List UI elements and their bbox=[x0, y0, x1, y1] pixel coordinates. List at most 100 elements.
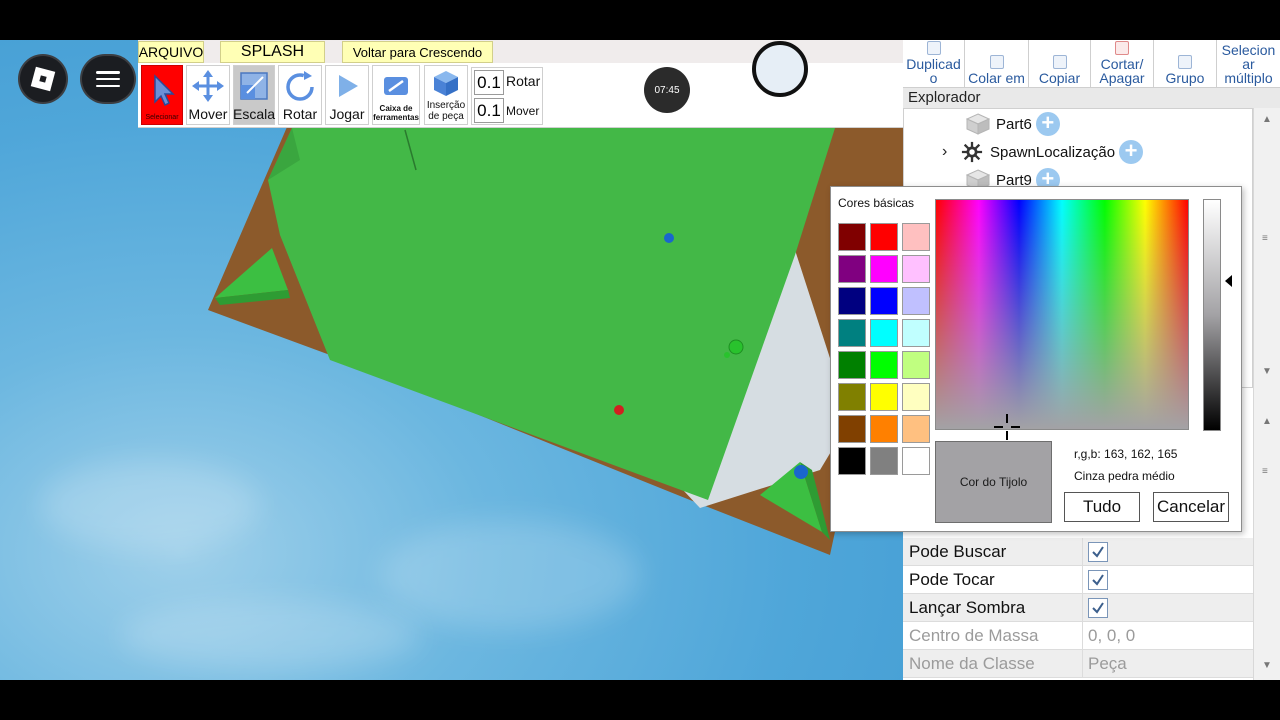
property-checkbox[interactable] bbox=[1088, 598, 1108, 618]
roblox-logo-icon bbox=[30, 66, 56, 92]
scroll-up-icon[interactable]: ▲ bbox=[1262, 416, 1272, 427]
property-row: Centro de Massa 0, 0, 0 bbox=[903, 622, 1253, 650]
tool-selecionar[interactable]: Selecionar bbox=[141, 65, 183, 125]
property-row: Nome da Classe Peça bbox=[903, 650, 1253, 678]
color-swatch[interactable] bbox=[870, 255, 898, 283]
tool-insercao-peca[interactable]: Inserção de peça bbox=[424, 65, 468, 125]
color-name: Cinza pedra médio bbox=[1074, 469, 1175, 483]
color-swatch[interactable] bbox=[902, 255, 930, 283]
color-swatch[interactable] bbox=[838, 287, 866, 315]
explorer-item-spawn[interactable]: › SpawnLocalização + bbox=[942, 140, 1144, 164]
properties-scrollbar[interactable]: ▲ ≡ ▼ bbox=[1253, 388, 1280, 680]
group-label: Grupo bbox=[1165, 70, 1205, 86]
cursor-arrow-icon bbox=[154, 74, 175, 107]
tool-caixa-label: Caixa de ferramentas bbox=[373, 104, 419, 122]
color-preview: Cor do Tijolo bbox=[935, 441, 1052, 523]
color-swatch[interactable] bbox=[838, 223, 866, 251]
property-name: Nome da Classe bbox=[909, 654, 1035, 673]
color-swatch[interactable] bbox=[838, 415, 866, 443]
color-swatch[interactable] bbox=[902, 223, 930, 251]
menu-splash[interactable]: SPLASH bbox=[220, 41, 325, 63]
color-spectrum[interactable] bbox=[935, 199, 1189, 430]
color-swatch[interactable] bbox=[870, 319, 898, 347]
color-swatch[interactable] bbox=[870, 415, 898, 443]
step-settings: 0.1 Rotar 0.1 Mover bbox=[471, 67, 543, 125]
property-checkbox[interactable] bbox=[1088, 570, 1108, 590]
duplicate-icon bbox=[926, 41, 941, 55]
add-child-icon[interactable]: + bbox=[1119, 140, 1144, 164]
property-checkbox[interactable] bbox=[1088, 542, 1108, 562]
scroll-up-icon[interactable]: ▲ bbox=[1262, 114, 1272, 125]
group-button[interactable]: Grupo bbox=[1154, 40, 1217, 88]
menu-arquivo[interactable]: ARQUIVO bbox=[138, 41, 204, 63]
color-swatch[interactable] bbox=[870, 383, 898, 411]
color-picker-dialog: Cores básicas Cor do Tijolo r,g,b: 163, … bbox=[830, 186, 1242, 532]
paste-icon bbox=[989, 55, 1004, 69]
play-icon bbox=[339, 75, 358, 97]
tool-rotar[interactable]: Rotar bbox=[278, 65, 322, 125]
tool-caixa-ferramentas[interactable]: Caixa de ferramentas bbox=[372, 65, 420, 125]
copy-button[interactable]: Copiar bbox=[1029, 40, 1091, 88]
explorer-item-part6[interactable]: Part6 + bbox=[966, 112, 1060, 136]
color-swatch[interactable] bbox=[902, 383, 930, 411]
move-step-input[interactable]: 0.1 bbox=[474, 98, 504, 123]
explorer-scrollbar[interactable]: ▲ ≡ ▼ bbox=[1253, 108, 1280, 388]
menu-voltar[interactable]: Voltar para Crescendo bbox=[342, 41, 493, 63]
baseplate-model[interactable] bbox=[0, 40, 903, 680]
color-swatch[interactable] bbox=[870, 351, 898, 379]
color-swatch[interactable] bbox=[838, 447, 866, 475]
paste-into-button[interactable]: Colar em bbox=[965, 40, 1029, 88]
scroll-grip-icon[interactable]: ≡ bbox=[1262, 466, 1268, 477]
group-icon bbox=[1178, 55, 1192, 69]
hamburger-menu-button[interactable] bbox=[80, 54, 136, 104]
scale-icon bbox=[240, 72, 268, 100]
color-swatch[interactable] bbox=[902, 351, 930, 379]
move-step-label: Mover bbox=[506, 104, 540, 118]
hamburger-icon bbox=[96, 71, 120, 87]
explorer-item-label: Part6 bbox=[996, 115, 1032, 133]
roblox-menu-button[interactable] bbox=[18, 54, 68, 104]
color-swatch[interactable] bbox=[902, 415, 930, 443]
color-swatch[interactable] bbox=[870, 223, 898, 251]
chevron-right-icon[interactable]: › bbox=[942, 143, 960, 161]
part-icon bbox=[966, 113, 990, 135]
screen: ARQUIVO SPLASH Voltar para Crescendo Sel… bbox=[0, 0, 1280, 720]
tool-escala[interactable]: Escala bbox=[233, 65, 275, 125]
multi-select-button[interactable]: Selecion ar múltiplo bbox=[1217, 40, 1280, 88]
scroll-down-icon[interactable]: ▼ bbox=[1262, 366, 1272, 377]
color-swatch[interactable] bbox=[902, 287, 930, 315]
color-swatch[interactable] bbox=[838, 319, 866, 347]
tool-selecionar-label: Selecionar bbox=[145, 114, 179, 121]
luminance-slider[interactable] bbox=[1203, 199, 1221, 431]
rgb-readout: r,g,b: 163, 162, 165 bbox=[1074, 447, 1178, 461]
tool-mover-label: Mover bbox=[188, 106, 228, 122]
multi-select-label: Selecion ar múltiplo bbox=[1221, 42, 1276, 86]
3d-viewport[interactable] bbox=[0, 40, 903, 680]
property-name: Lançar Sombra bbox=[909, 598, 1026, 617]
scroll-grip-icon[interactable]: ≡ bbox=[1262, 233, 1268, 244]
add-child-icon[interactable]: + bbox=[1035, 112, 1060, 136]
cut-delete-button[interactable]: Cortar/ Apagar bbox=[1091, 40, 1154, 88]
property-value: 0, 0, 0 bbox=[1088, 626, 1136, 645]
color-swatch[interactable] bbox=[838, 383, 866, 411]
tool-jogar[interactable]: Jogar bbox=[325, 65, 369, 125]
color-swatch[interactable] bbox=[870, 447, 898, 475]
scroll-down-icon[interactable]: ▼ bbox=[1262, 660, 1272, 671]
toolbox-icon bbox=[384, 77, 408, 95]
color-swatch[interactable] bbox=[838, 351, 866, 379]
tool-mover[interactable]: Mover bbox=[186, 65, 230, 125]
cancel-button[interactable]: Cancelar bbox=[1153, 492, 1229, 522]
part-cube-icon bbox=[434, 71, 458, 96]
luminance-arrow-icon[interactable] bbox=[1225, 275, 1232, 287]
rotate-icon bbox=[286, 71, 314, 101]
overlay-circle-button[interactable] bbox=[752, 41, 808, 97]
color-swatch[interactable] bbox=[838, 255, 866, 283]
color-swatch[interactable] bbox=[902, 447, 930, 475]
ok-button[interactable]: Tudo bbox=[1064, 492, 1140, 522]
duplicate-button[interactable]: Duplicad o bbox=[903, 40, 965, 88]
color-swatch[interactable] bbox=[870, 287, 898, 315]
property-name: Centro de Massa bbox=[909, 626, 1039, 645]
rotate-step-input[interactable]: 0.1 bbox=[474, 70, 504, 95]
color-swatch[interactable] bbox=[902, 319, 930, 347]
cut-label: Cortar/ Apagar bbox=[1099, 56, 1145, 86]
